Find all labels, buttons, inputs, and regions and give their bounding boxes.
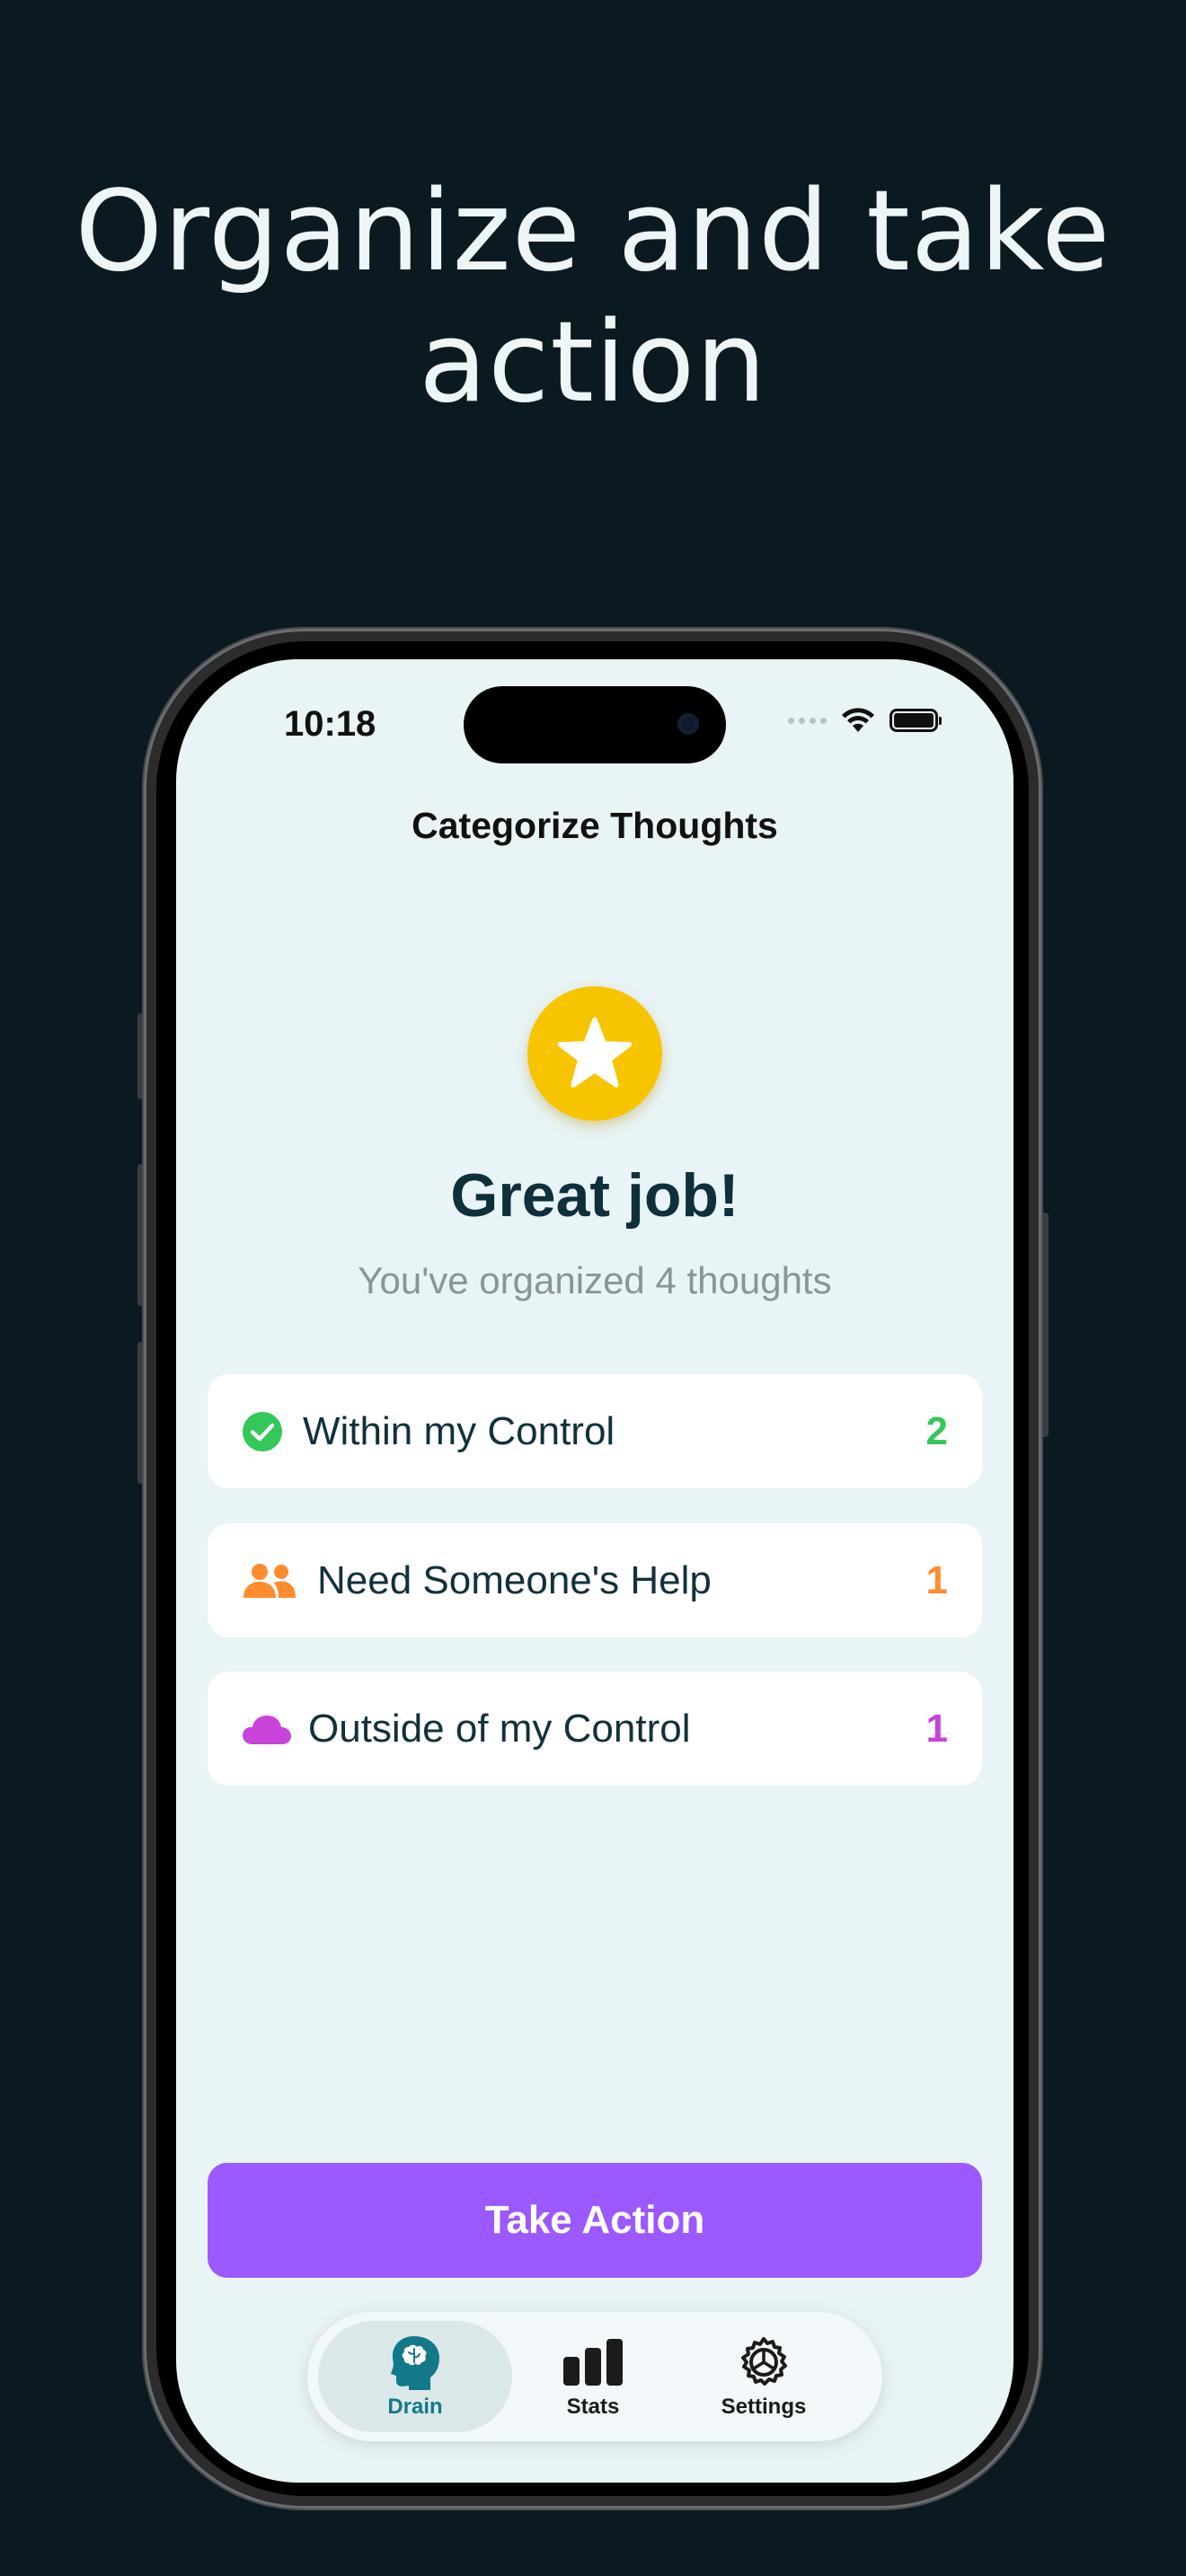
tab-label: Drain xyxy=(387,2395,443,2419)
tab-settings[interactable]: Settings xyxy=(674,2321,854,2432)
category-label: Within my Control xyxy=(303,1408,615,1453)
page-title: Categorize Thoughts xyxy=(412,805,778,846)
app-store-screenshot: Organize and take action 10:18 Categoriz… xyxy=(0,0,1186,2576)
marketing-headline: Organize and take action xyxy=(0,166,1186,428)
gear-icon xyxy=(741,2337,787,2386)
category-within-control[interactable]: Within my Control 2 xyxy=(208,1374,982,1488)
power-button xyxy=(1041,1213,1049,1437)
cloud-icon xyxy=(243,1715,291,1744)
category-count: 2 xyxy=(925,1408,948,1453)
tab-label: Settings xyxy=(721,2395,807,2419)
summary-title: Great job! xyxy=(450,1161,739,1230)
category-label: Outside of my Control xyxy=(308,1706,691,1751)
status-indicators xyxy=(788,708,942,733)
cellular-signal-icon xyxy=(788,717,827,724)
category-outside-control[interactable]: Outside of my Control 1 xyxy=(208,1672,982,1786)
take-action-button[interactable]: Take Action xyxy=(208,2163,982,2278)
tab-stats[interactable]: Stats xyxy=(512,2321,674,2432)
summary-subtitle: You've organized 4 thoughts xyxy=(358,1259,832,1301)
bar-chart-icon xyxy=(563,2339,623,2386)
tab-bar: Drain Stats Settings xyxy=(307,2312,882,2441)
people-icon xyxy=(243,1563,296,1598)
wifi-icon xyxy=(842,708,874,732)
brain-head-icon xyxy=(391,2336,439,2390)
status-time: 10:18 xyxy=(284,704,376,744)
category-label: Need Someone's Help xyxy=(317,1557,712,1602)
headline-line-2: action xyxy=(419,298,767,428)
checkmark-circle-icon xyxy=(243,1411,282,1451)
category-count: 1 xyxy=(925,1557,948,1602)
star-badge xyxy=(527,986,662,1121)
dynamic-island xyxy=(464,686,726,763)
category-need-help[interactable]: Need Someone's Help 1 xyxy=(208,1523,982,1637)
tab-label: Stats xyxy=(566,2395,620,2419)
battery-icon xyxy=(890,709,942,732)
star-icon xyxy=(557,1017,633,1088)
tab-drain[interactable]: Drain xyxy=(318,2321,512,2432)
front-camera xyxy=(677,713,699,735)
category-count: 1 xyxy=(925,1706,948,1751)
headline-line-1: Organize and take xyxy=(75,167,1111,296)
phone-screen: 10:18 Categorize Thoughts Great job! You… xyxy=(176,659,1013,2483)
